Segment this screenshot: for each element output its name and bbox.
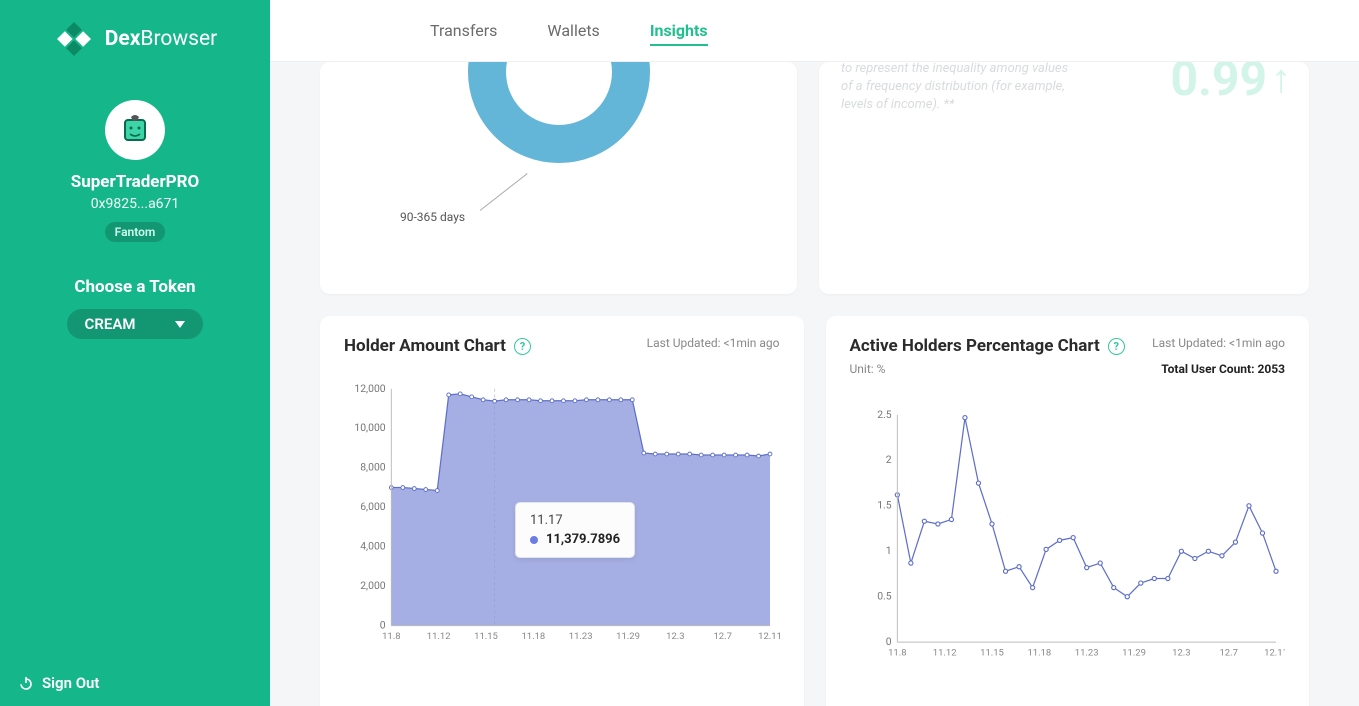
active-chart-unit: Unit: % (850, 362, 886, 376)
svg-text:11.8: 11.8 (382, 631, 400, 642)
logo[interactable]: DexBrowser (53, 18, 218, 60)
svg-text:12.7: 12.7 (1219, 647, 1237, 658)
svg-text:0.5: 0.5 (877, 590, 892, 603)
svg-text:2,000: 2,000 (360, 579, 386, 592)
holder-amount-card: Holder Amount Chart ? Last Updated: <1mi… (320, 316, 804, 706)
svg-text:2.5: 2.5 (877, 408, 892, 421)
svg-text:11.15: 11.15 (474, 631, 498, 642)
svg-text:12.3: 12.3 (1172, 647, 1190, 658)
active-holders-card: Active Holders Percentage Chart ? Last U… (826, 316, 1310, 706)
sign-out-label: Sign Out (42, 674, 99, 692)
chart-tooltip: 11.17 11,379.7896 (515, 502, 635, 558)
gini-value: 0.99↑ (1170, 62, 1291, 107)
brand-text: DexBrowser (105, 27, 218, 51)
svg-text:11.12: 11.12 (932, 647, 956, 658)
choose-token-label: Choose a Token (74, 277, 195, 297)
token-select[interactable]: CREAM (67, 309, 204, 339)
trend-up-icon: ↑ (1271, 62, 1291, 102)
avatar[interactable] (105, 100, 165, 160)
svg-text:1: 1 (885, 544, 891, 557)
svg-text:11.29: 11.29 (1122, 647, 1146, 658)
svg-text:11.23: 11.23 (569, 631, 593, 642)
help-icon[interactable]: ? (1108, 338, 1125, 355)
power-icon (18, 675, 34, 691)
svg-text:11.12: 11.12 (427, 631, 451, 642)
svg-text:11.8: 11.8 (888, 647, 906, 658)
username: SuperTraderPRO (71, 172, 200, 192)
svg-text:0: 0 (380, 618, 386, 631)
donut-slice-label: 90-365 days (400, 210, 465, 224)
svg-text:8,000: 8,000 (360, 461, 386, 474)
sign-out-button[interactable]: Sign Out (18, 674, 99, 692)
svg-text:11.18: 11.18 (1027, 647, 1051, 658)
active-holders-chart[interactable]: 0 0.5 1 1.5 2 2.5 11.8 11.12 11.15 11.18 11.23 11.2… (850, 388, 1286, 688)
tab-insights[interactable]: Insights (650, 3, 708, 58)
donut-chart (459, 62, 659, 172)
main-content: Transfers Wallets Insights 90-365 days (270, 0, 1359, 706)
tab-wallets[interactable]: Wallets (547, 3, 599, 58)
svg-text:2: 2 (885, 453, 891, 466)
svg-text:1.5: 1.5 (877, 499, 892, 512)
svg-text:11.15: 11.15 (980, 647, 1004, 658)
gini-description: to represent the inequality among values… (841, 62, 1071, 115)
logo-icon (53, 18, 95, 60)
svg-text:12.7: 12.7 (713, 631, 731, 642)
sidebar: DexBrowser SuperTraderPRO 0x9825...a671 … (0, 0, 270, 706)
holder-chart-title: Holder Amount Chart ? (344, 336, 531, 356)
svg-text:11.23: 11.23 (1074, 647, 1098, 658)
tab-transfers[interactable]: Transfers (430, 3, 497, 58)
svg-text:12.3: 12.3 (666, 631, 684, 642)
series-dot-icon (530, 536, 538, 544)
svg-text:6,000: 6,000 (360, 500, 386, 513)
help-icon[interactable]: ? (514, 338, 531, 355)
svg-text:12,000: 12,000 (354, 382, 385, 395)
svg-text:0: 0 (885, 635, 891, 648)
svg-text:4,000: 4,000 (360, 540, 386, 553)
active-chart-title: Active Holders Percentage Chart ? (850, 336, 1125, 356)
wallet-address: 0x9825...a671 (91, 196, 180, 212)
svg-text:12.11: 12.11 (1264, 647, 1285, 658)
active-chart-updated: Last Updated: <1min ago (1152, 336, 1285, 350)
tabs: Transfers Wallets Insights (270, 0, 1359, 62)
caret-down-icon (175, 321, 185, 328)
svg-text:11.29: 11.29 (616, 631, 640, 642)
svg-text:11.18: 11.18 (521, 631, 545, 642)
total-user-count: Total User Count: 2053 (1161, 362, 1285, 376)
token-selected-value: CREAM (85, 315, 136, 333)
gini-card: to represent the inequality among values… (819, 62, 1309, 294)
holder-chart-updated: Last Updated: <1min ago (647, 336, 780, 350)
network-badge[interactable]: Fantom (105, 222, 166, 242)
svg-text:12.11: 12.11 (758, 631, 779, 642)
svg-text:10,000: 10,000 (354, 421, 385, 434)
donut-chart-card: 90-365 days (320, 62, 797, 294)
